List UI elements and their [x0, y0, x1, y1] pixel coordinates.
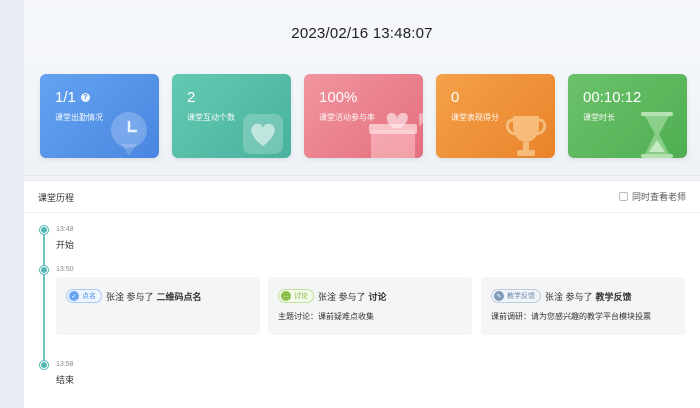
activity-tag-label: 点名 — [82, 293, 96, 300]
activity-verb: 参与了 — [565, 291, 593, 302]
current-datetime: 2023/02/16 13:48:07 — [291, 25, 433, 42]
event-time: 13:50 — [56, 266, 74, 273]
activity-detail: 主题讨论：课前疑难点收集 — [278, 312, 374, 321]
activity-actor: 张淦 — [545, 291, 564, 302]
attendance-card[interactable]: 1/1 ? 课堂出勤情况 — [40, 74, 159, 158]
participation-value: 100% — [319, 89, 358, 106]
activity-verb: 参与了 — [126, 291, 154, 302]
interaction-value: 2 — [187, 89, 196, 106]
activity-tag-label: 讨论 — [294, 293, 308, 300]
attendance-value: 1/1 — [55, 89, 76, 106]
show-teacher-option[interactable]: 同时查看老师 — [618, 190, 686, 203]
performance-label: 课堂表现得分 — [451, 113, 499, 122]
activity-card[interactable]: … 讨论 张淦 参与了 讨论 主题讨论：课前疑难点收集 — [268, 277, 472, 335]
performance-card[interactable]: 0 课堂表现得分 — [436, 74, 555, 158]
activity-tag-label: 教学反馈 — [507, 293, 535, 300]
activity-verb: 参与了 — [338, 291, 366, 302]
chat-bubble-icon: … — [281, 291, 291, 301]
checkin-icon: ✓ — [69, 291, 79, 301]
left-sidebar-strip — [0, 0, 24, 408]
activity-tag: ✎ 教学反馈 — [491, 289, 541, 303]
timeline-dot — [40, 266, 48, 274]
trophy-icon — [505, 116, 547, 156]
interaction-card[interactable]: 2 课堂互动个数 — [172, 74, 291, 158]
divider — [24, 212, 700, 213]
summary-header: 2023/02/16 13:48:07 1/1 ? 课堂出勤情况 2 课堂互动个… — [24, 0, 700, 176]
history-title: 课堂历程 — [38, 193, 75, 203]
activity-summary: ✓ 点名 张淦 参与了 二维码点名 — [66, 289, 202, 303]
event-text: 结束 — [56, 375, 75, 385]
help-icon[interactable]: ? — [80, 93, 90, 102]
timeline-dot — [40, 226, 48, 234]
edit-icon: ✎ — [494, 291, 504, 301]
activity-summary: … 讨论 张淦 参与了 讨论 — [278, 289, 387, 303]
activity-tag: … 讨论 — [278, 289, 314, 303]
event-text: 开始 — [56, 240, 75, 250]
clock-pin-icon — [111, 112, 147, 156]
activity-detail: 课前调研：请为您感兴趣的教学平台模块投票 — [491, 312, 651, 321]
show-teacher-checkbox[interactable] — [618, 192, 628, 201]
class-history-panel: 课堂历程 同时查看老师 13:48 开始 13:50 13:58 结束 ✓ 点名… — [24, 180, 700, 408]
activity-actor: 张淦 — [106, 291, 125, 302]
activity-summary: ✎ 教学反馈 张淦 参与了 教学反馈 — [491, 289, 632, 303]
heart-icon — [243, 114, 283, 154]
activity-name: 教学反馈 — [595, 291, 632, 302]
activity-name: 讨论 — [368, 291, 387, 302]
activity-card[interactable]: ✓ 点名 张淦 参与了 二维码点名 — [56, 277, 260, 335]
participation-card[interactable]: 100% 课堂活动参与率 — [304, 74, 423, 158]
attendance-value-row: 1/1 ? — [55, 89, 90, 106]
activity-actor: 张淦 — [318, 291, 337, 302]
duration-label: 课堂时长 — [583, 113, 615, 122]
activity-card[interactable]: ✎ 教学反馈 张淦 参与了 教学反馈 课前调研：请为您感兴趣的教学平台模块投票 — [481, 277, 685, 335]
activity-name: 二维码点名 — [156, 291, 202, 302]
gift-box-icon — [369, 112, 423, 158]
interaction-label: 课堂互动个数 — [187, 113, 235, 122]
event-time: 13:58 — [56, 361, 74, 368]
timeline-dot — [40, 361, 48, 369]
event-time: 13:48 — [56, 226, 74, 233]
hourglass-icon — [641, 112, 673, 158]
activity-tag: ✓ 点名 — [66, 289, 102, 303]
show-teacher-label: 同时查看老师 — [631, 192, 686, 202]
timeline-line — [43, 230, 45, 365]
duration-card[interactable]: 00:10:12 课堂时长 — [568, 74, 687, 158]
attendance-label: 课堂出勤情况 — [55, 113, 103, 122]
performance-value: 0 — [451, 89, 460, 106]
